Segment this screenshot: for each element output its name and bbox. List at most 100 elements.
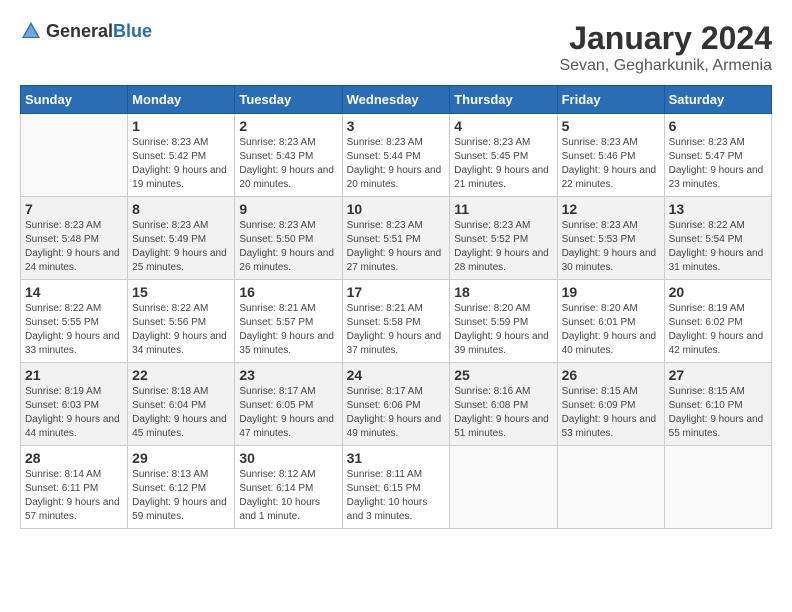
calendar-cell: 20 Sunrise: 8:19 AMSunset: 6:02 PMDayligh… [664,280,771,363]
calendar-cell: 26Sunrise: 8:15 AMSunset: 6:09 PMDayligh… [557,363,664,446]
day-number: 8 [132,201,230,217]
cell-detail: Sunrise: 8:23 AMSunset: 5:47 PMDaylight:… [669,136,767,192]
cell-detail: Sunrise: 8:23 AMSunset: 5:52 PMDaylight:… [454,219,552,275]
calendar-cell: 17 Sunrise: 8:21 AMSunset: 5:58 PMDayligh… [342,280,450,363]
calendar-cell: 15 Sunrise: 8:22 AMSunset: 5:56 PMDayligh… [128,280,235,363]
cell-detail: Sunrise: 8:22 AMSunset: 5:55 PMDaylight:… [25,302,123,358]
calendar-cell: 8Sunrise: 8:23 AMSunset: 5:49 PMDaylight… [128,197,235,280]
cell-detail: Sunrise: 8:13 AMSunset: 6:12 PMDaylight:… [132,468,230,524]
cell-detail: Sunrise: 8:23 AMSunset: 5:48 PMDaylight:… [25,219,123,275]
cell-detail: Sunrise: 8:21 AMSunset: 5:57 PMDaylight:… [239,302,337,358]
calendar-cell: 28 Sunrise: 8:14 AMSunset: 6:11 PMDayligh… [21,446,128,529]
calendar-week-4: 28 Sunrise: 8:14 AMSunset: 6:11 PMDayligh… [21,446,772,529]
calendar-cell: 16 Sunrise: 8:21 AMSunset: 5:57 PMDayligh… [235,280,342,363]
calendar-header: SundayMondayTuesdayWednesdayThursdayFrid… [21,86,772,114]
logo-general: General [46,21,113,41]
calendar-week-1: 7 Sunrise: 8:23 AMSunset: 5:48 PMDaylight… [21,197,772,280]
day-number: 30 [239,450,337,466]
cell-detail: Sunrise: 8:17 AMSunset: 6:06 PMDaylight:… [347,385,446,441]
calendar-cell: 21Sunrise: 8:19 AMSunset: 6:03 PMDayligh… [21,363,128,446]
calendar-cell: 9Sunrise: 8:23 AMSunset: 5:50 PMDaylight… [235,197,342,280]
calendar-cell: 2 Sunrise: 8:23 AMSunset: 5:43 PMDaylight… [235,114,342,197]
day-number: 7 [25,201,123,217]
header-cell-friday: Friday [557,86,664,114]
location-subtitle: Sevan, Gegharkunik, Armenia [559,57,772,75]
day-number: 1 [132,118,230,134]
day-number: 24 [347,367,446,383]
day-number: 21 [25,367,123,383]
calendar-cell [21,114,128,197]
calendar-week-3: 21Sunrise: 8:19 AMSunset: 6:03 PMDayligh… [21,363,772,446]
cell-detail: Sunrise: 8:23 AMSunset: 5:42 PMDaylight:… [132,136,230,192]
logo-blue: Blue [113,21,152,41]
day-number: 2 [239,118,337,134]
header-cell-saturday: Saturday [664,86,771,114]
day-number: 11 [454,201,552,217]
cell-detail: Sunrise: 8:22 AMSunset: 5:56 PMDaylight:… [132,302,230,358]
calendar-cell: 10Sunrise: 8:23 AMSunset: 5:51 PMDayligh… [342,197,450,280]
cell-detail: Sunrise: 8:23 AMSunset: 5:53 PMDaylight:… [562,219,660,275]
calendar-cell: 12 Sunrise: 8:23 AMSunset: 5:53 PMDayligh… [557,197,664,280]
cell-detail: Sunrise: 8:20 AMSunset: 5:59 PMDaylight:… [454,302,552,358]
calendar-cell: 5 Sunrise: 8:23 AMSunset: 5:46 PMDaylight… [557,114,664,197]
cell-detail: Sunrise: 8:19 AMSunset: 6:02 PMDaylight:… [669,302,767,358]
calendar-cell: 1 Sunrise: 8:23 AMSunset: 5:42 PMDaylight… [128,114,235,197]
calendar-cell: 7 Sunrise: 8:23 AMSunset: 5:48 PMDaylight… [21,197,128,280]
calendar-cell: 23 Sunrise: 8:17 AMSunset: 6:05 PMDayligh… [235,363,342,446]
day-number: 15 [132,284,230,300]
calendar-cell: 3Sunrise: 8:23 AMSunset: 5:44 PMDaylight… [342,114,450,197]
cell-detail: Sunrise: 8:22 AMSunset: 5:54 PMDaylight:… [669,219,767,275]
day-number: 6 [669,118,767,134]
header-cell-monday: Monday [128,86,235,114]
day-number: 17 [347,284,446,300]
calendar-cell: 31Sunrise: 8:11 AMSunset: 6:15 PMDayligh… [342,446,450,529]
cell-detail: Sunrise: 8:20 AMSunset: 6:01 PMDaylight:… [562,302,660,358]
day-number: 4 [454,118,552,134]
header-cell-tuesday: Tuesday [235,86,342,114]
header-cell-thursday: Thursday [450,86,557,114]
calendar-cell: 25Sunrise: 8:16 AMSunset: 6:08 PMDayligh… [450,363,557,446]
page-header: GeneralBlue January 2024 Sevan, Gegharku… [20,20,772,75]
calendar-cell: 30Sunrise: 8:12 AMSunset: 6:14 PMDayligh… [235,446,342,529]
cell-detail: Sunrise: 8:23 AMSunset: 5:46 PMDaylight:… [562,136,660,192]
generalblue-icon [20,20,42,42]
calendar-cell: 29 Sunrise: 8:13 AMSunset: 6:12 PMDayligh… [128,446,235,529]
cell-detail: Sunrise: 8:15 AMSunset: 6:10 PMDaylight:… [669,385,767,441]
cell-detail: Sunrise: 8:23 AMSunset: 5:44 PMDaylight:… [347,136,446,192]
calendar-cell: 6 Sunrise: 8:23 AMSunset: 5:47 PMDaylight… [664,114,771,197]
calendar-cell: 14 Sunrise: 8:22 AMSunset: 5:55 PMDayligh… [21,280,128,363]
calendar-cell [450,446,557,529]
day-number: 19 [562,284,660,300]
cell-detail: Sunrise: 8:14 AMSunset: 6:11 PMDaylight:… [25,468,123,524]
calendar-cell: 27 Sunrise: 8:15 AMSunset: 6:10 PMDayligh… [664,363,771,446]
logo-text: GeneralBlue [46,21,152,42]
day-number: 23 [239,367,337,383]
day-number: 14 [25,284,123,300]
day-number: 31 [347,450,446,466]
cell-detail: Sunrise: 8:21 AMSunset: 5:58 PMDaylight:… [347,302,446,358]
calendar-body: 1 Sunrise: 8:23 AMSunset: 5:42 PMDaylight… [21,114,772,529]
day-number: 29 [132,450,230,466]
calendar-cell: 19 Sunrise: 8:20 AMSunset: 6:01 PMDayligh… [557,280,664,363]
day-number: 5 [562,118,660,134]
day-number: 27 [669,367,767,383]
calendar-cell [664,446,771,529]
calendar-cell: 22Sunrise: 8:18 AMSunset: 6:04 PMDayligh… [128,363,235,446]
month-title: January 2024 [559,20,772,57]
day-number: 12 [562,201,660,217]
calendar-cell: 18 Sunrise: 8:20 AMSunset: 5:59 PMDayligh… [450,280,557,363]
cell-detail: Sunrise: 8:23 AMSunset: 5:43 PMDaylight:… [239,136,337,192]
calendar-table: SundayMondayTuesdayWednesdayThursdayFrid… [20,85,772,529]
header-row: SundayMondayTuesdayWednesdayThursdayFrid… [21,86,772,114]
day-number: 16 [239,284,337,300]
header-cell-wednesday: Wednesday [342,86,450,114]
cell-detail: Sunrise: 8:17 AMSunset: 6:05 PMDaylight:… [239,385,337,441]
day-number: 26 [562,367,660,383]
cell-detail: Sunrise: 8:18 AMSunset: 6:04 PMDaylight:… [132,385,230,441]
cell-detail: Sunrise: 8:23 AMSunset: 5:51 PMDaylight:… [347,219,446,275]
logo: GeneralBlue [20,20,152,42]
day-number: 28 [25,450,123,466]
day-number: 20 [669,284,767,300]
day-number: 18 [454,284,552,300]
cell-detail: Sunrise: 8:23 AMSunset: 5:50 PMDaylight:… [239,219,337,275]
